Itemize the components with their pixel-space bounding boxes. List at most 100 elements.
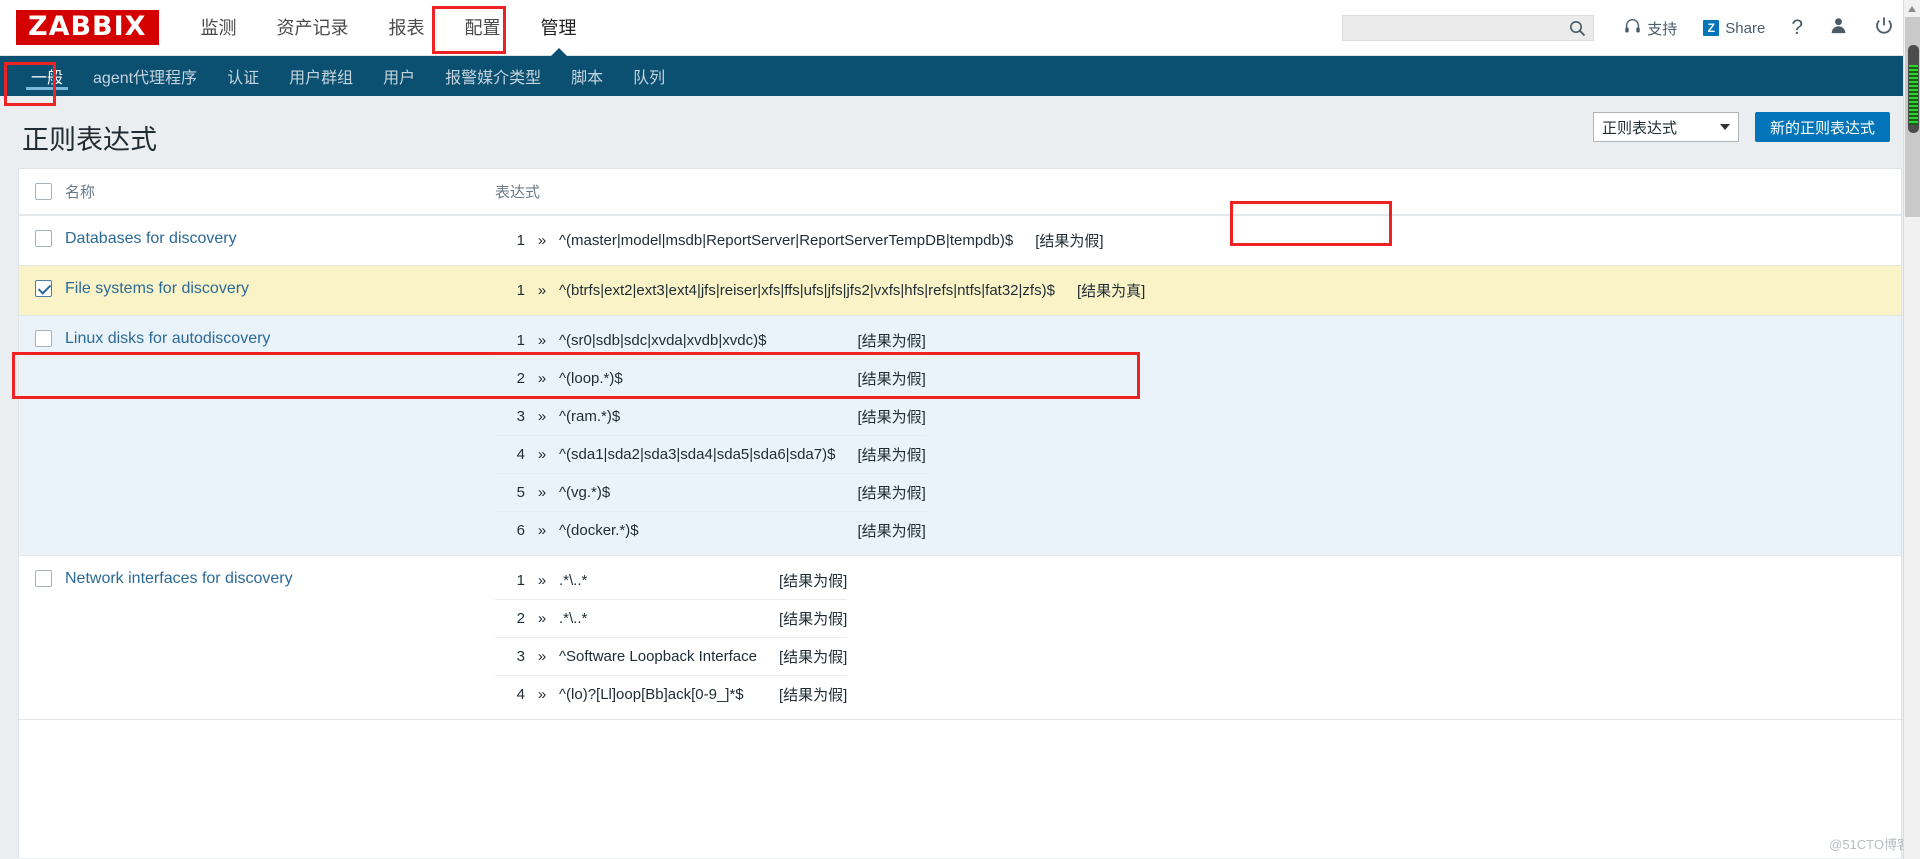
sub-nav-item-5[interactable]: 报警媒介类型 xyxy=(430,56,556,96)
expression-row: 4 » ^(sda1|sda2|sda3|sda4|sda5|sda6|sda7)$… xyxy=(495,436,926,473)
table-row[interactable]: Databases for discovery 1 » ^(master|model|… xyxy=(19,215,1901,265)
expression-index: 6 xyxy=(516,522,525,539)
row-checkbox-cell xyxy=(19,316,65,555)
regex-name-link[interactable]: File systems for discovery xyxy=(65,280,249,297)
expression-index: 4 xyxy=(516,446,525,463)
expression-row: 6 » ^(docker.*)$ [结果为假] xyxy=(495,512,926,549)
table-row[interactable]: Linux disks for autodiscovery 1 » ^(sr0|sdb… xyxy=(19,316,1901,555)
sub-nav-item-0[interactable]: 一般 xyxy=(16,56,78,96)
expression-result: [结果为假] xyxy=(779,649,848,666)
section-select-value: 正则表达式 xyxy=(1601,119,1677,137)
table-header-row: 名称 表达式 xyxy=(19,169,1901,216)
row-checkbox[interactable] xyxy=(35,280,52,298)
regex-table: 名称 表达式 Databases for discovery 1 » ^(master… xyxy=(19,169,1901,720)
support-link[interactable]: 支持 xyxy=(1624,18,1677,39)
expression-list: 1 » ^(master|model|msdb|ReportServer|Repor… xyxy=(495,222,1104,259)
expression-arrow-icon: » xyxy=(537,686,547,703)
question-mark-icon: ? xyxy=(1791,16,1803,39)
support-label: 支持 xyxy=(1647,20,1678,38)
expression-arrow-icon: » xyxy=(537,408,547,425)
expression-arrow-icon: » xyxy=(537,332,547,349)
expression-row: 1 » .*\..* [结果为假] xyxy=(495,562,848,599)
group-separator xyxy=(19,719,1901,720)
column-header-name[interactable]: 名称 xyxy=(65,169,495,216)
create-regex-button[interactable]: 新的正则表达式 xyxy=(1754,112,1890,142)
table-row[interactable]: File systems for discovery 1 » ^(btrfs|ext2… xyxy=(19,266,1901,315)
regex-table-container: 名称 表达式 Databases for discovery 1 » ^(master… xyxy=(18,168,1902,858)
header-actions: 支持 Z Share ? xyxy=(1342,0,1894,56)
sub-nav-item-7[interactable]: 队列 xyxy=(618,56,680,96)
row-expression-cell: 1 » ^(btrfs|ext2|ext3|ext4|jfs|reiser|xfs|… xyxy=(495,266,1901,315)
sub-nav-item-4[interactable]: 用户 xyxy=(368,56,430,96)
column-header-expression[interactable]: 表达式 xyxy=(495,169,1901,216)
expression-index: 3 xyxy=(516,408,525,425)
expression-row: 5 » ^(vg.*)$ [结果为假] xyxy=(495,474,926,511)
expression-list: 1 » .*\..* [结果为假] 2 » .*\..* [结果为假] 3 » ^Software … xyxy=(495,562,848,713)
scrollbar-thumb[interactable] xyxy=(1908,45,1919,133)
zabbix-share-icon: Z xyxy=(1703,20,1720,36)
global-search[interactable] xyxy=(1342,15,1595,41)
expression-row: 2 » ^(loop.*)$ [结果为假] xyxy=(495,360,926,397)
zabbix-logo[interactable]: ZABBIX xyxy=(16,10,159,45)
expression-index: 1 xyxy=(516,232,525,249)
scrollbar-track[interactable] xyxy=(1905,17,1920,217)
scrollbar-thumb-stripes xyxy=(1909,65,1918,125)
expression-arrow-icon: » xyxy=(537,232,547,249)
row-checkbox[interactable] xyxy=(35,330,52,348)
row-checkbox-cell xyxy=(19,266,65,315)
expression-arrow-icon: » xyxy=(537,648,547,665)
expression-row: 1 » ^(sr0|sdb|sdc|xvda|xvdb|xvdc)$ [结果为假] xyxy=(495,322,926,359)
page-title: 正则表达式 xyxy=(22,124,157,155)
expression-list: 1 » ^(btrfs|ext2|ext3|ext4|jfs|reiser|xfs|… xyxy=(495,272,1146,309)
main-nav-item-0[interactable]: 监测 xyxy=(181,0,257,56)
expression-arrow-icon: » xyxy=(537,522,547,539)
expression-result: [结果为真] xyxy=(1076,283,1146,300)
sub-nav-item-2[interactable]: 认证 xyxy=(212,56,274,96)
regex-name-link[interactable]: Network interfaces for discovery xyxy=(65,570,293,587)
watermark: @51CTO博客 xyxy=(1829,837,1910,852)
expression-result: [结果为假] xyxy=(857,447,926,464)
expression-pattern: .*\..* xyxy=(559,610,588,627)
expression-index: 1 xyxy=(516,282,525,299)
main-nav-item-3[interactable]: 配置 xyxy=(445,0,521,56)
regex-name-link[interactable]: Databases for discovery xyxy=(65,230,237,247)
scroll-up-arrow-icon[interactable] xyxy=(1904,0,1920,17)
page-scrollbar[interactable] xyxy=(1903,0,1920,859)
row-expression-cell: 1 » ^(sr0|sdb|sdc|xvda|xvdb|xvdc)$ [结果为假] 2 »… xyxy=(495,316,1901,555)
main-navigation: 监测 资产记录 报表 配置 管理 xyxy=(181,0,597,57)
table-row[interactable]: Network interfaces for discovery 1 » .*\..*… xyxy=(19,556,1901,719)
main-nav-item-4[interactable]: 管理 xyxy=(521,0,597,57)
expression-pattern: ^(master|model|msdb|ReportServer|ReportS… xyxy=(559,232,1014,249)
sub-nav-item-6[interactable]: 脚本 xyxy=(556,56,618,96)
group-separator-cell xyxy=(19,719,1901,720)
expression-pattern: ^(lo)?[Ll]oop[Bb]ack[0-9_]*$ xyxy=(559,686,744,703)
main-nav-item-1[interactable]: 资产记录 xyxy=(257,0,369,56)
share-link[interactable]: Z Share xyxy=(1703,20,1765,37)
row-checkbox[interactable] xyxy=(35,230,52,248)
select-all-checkbox[interactable] xyxy=(35,183,52,201)
expression-result: [结果为假] xyxy=(1035,233,1104,250)
page-header-controls: 正则表达式 新的正则表达式 xyxy=(1592,112,1890,142)
expression-result: [结果为假] xyxy=(857,523,926,540)
help-button[interactable]: ? xyxy=(1791,16,1803,40)
expression-row: 4 » ^(lo)?[Ll]oop[Bb]ack[0-9_]*$ [结果为假] xyxy=(495,676,848,713)
main-nav-item-2[interactable]: 报表 xyxy=(369,0,445,56)
regex-name-link[interactable]: Linux disks for autodiscovery xyxy=(65,330,270,347)
section-select[interactable]: 正则表达式 xyxy=(1592,112,1739,142)
user-profile-button[interactable] xyxy=(1829,16,1848,40)
sub-nav-item-3[interactable]: 用户群组 xyxy=(274,56,368,96)
expression-row: 3 » ^(ram.*)$ [结果为假] xyxy=(495,398,926,435)
expression-result: [结果为假] xyxy=(857,371,926,388)
row-checkbox[interactable] xyxy=(35,570,52,588)
search-input[interactable] xyxy=(1343,16,1594,40)
sub-nav-item-1[interactable]: agent代理程序 xyxy=(78,56,212,96)
row-checkbox-cell xyxy=(19,556,65,719)
expression-arrow-icon: » xyxy=(537,446,547,463)
expression-row: 2 » .*\..* [结果为假] xyxy=(495,600,848,637)
expression-index: 1 xyxy=(516,332,525,349)
expression-pattern: ^(docker.*)$ xyxy=(559,522,639,539)
top-header: ZABBIX 监测 资产记录 报表 配置 管理 支持 Z Share ? xyxy=(0,0,1920,57)
row-expression-cell: 1 » .*\..* [结果为假] 2 » .*\..* [结果为假] 3 » ^Software … xyxy=(495,556,1901,719)
sign-out-button[interactable] xyxy=(1874,16,1894,41)
select-all-header xyxy=(19,169,65,216)
